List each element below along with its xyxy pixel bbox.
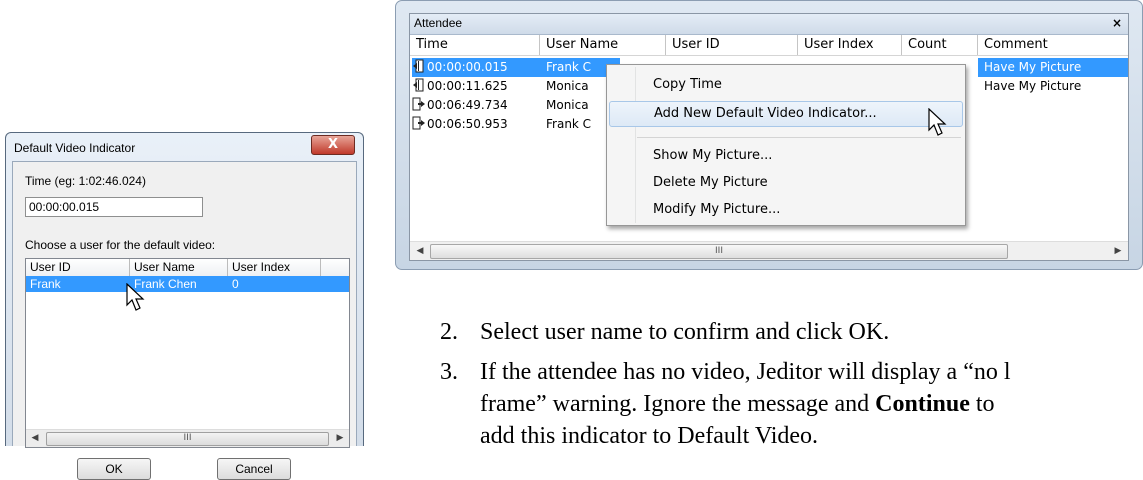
user-list-row[interactable]: Frank Frank Chen 0: [26, 276, 349, 292]
column-user-name[interactable]: User Name: [540, 35, 666, 55]
cell-user-id: Frank: [30, 277, 61, 291]
time-text: 00:06:49.734: [427, 98, 508, 112]
column-count[interactable]: Count: [902, 35, 978, 55]
context-menu: Copy Time Add New Default Video Indicato…: [606, 64, 966, 226]
time-text: 00:06:50.953: [427, 117, 508, 131]
cancel-button[interactable]: Cancel: [217, 458, 291, 480]
user-list-hscrollbar[interactable]: ◀ III ▶: [26, 429, 349, 447]
step-text-part: to: [969, 391, 995, 417]
column-user-index[interactable]: User Index: [798, 35, 902, 55]
menu-item-show-my-picture[interactable]: Show My Picture...: [609, 143, 963, 169]
enter-door-icon: [412, 116, 425, 130]
attendee-title: Attendee: [414, 16, 463, 30]
menu-item-delete-my-picture[interactable]: Delete My Picture: [609, 170, 963, 196]
time-label: Time (eg: 1:02:46.024): [25, 174, 146, 188]
dialog-client-area: Time (eg: 1:02:46.024) 00:00:00.015 Choo…: [12, 161, 357, 480]
time-text: 00:00:11.625: [427, 79, 508, 93]
cell-time: 00:06:49.734: [412, 96, 508, 115]
menu-separator: [637, 137, 961, 138]
scroll-left-arrow-icon[interactable]: ◀: [413, 244, 427, 258]
time-text: 00:00:00.015: [427, 60, 508, 74]
menu-item-copy-time[interactable]: Copy Time: [609, 72, 963, 98]
menu-item-modify-my-picture[interactable]: Modify My Picture...: [609, 197, 963, 223]
step-number: 2.: [440, 319, 458, 345]
scroll-thumb[interactable]: III: [46, 432, 329, 446]
user-list-header: User ID User Name User Index: [26, 259, 349, 277]
step-text-part: frame” warning. Ignore the message and: [480, 391, 876, 417]
mouse-pointer-icon: [928, 108, 947, 136]
default-video-indicator-dialog: Default Video Indicator X Time (eg: 1:02…: [5, 132, 364, 480]
attendee-table-header: Time User Name User ID User Index Count …: [410, 35, 1128, 56]
exit-door-icon: [413, 78, 424, 92]
attendee-close-icon[interactable]: ×: [1112, 16, 1122, 30]
user-choice-label: Choose a user for the default video:: [25, 238, 216, 252]
cell-comment: Have My Picture: [984, 79, 1082, 93]
time-input[interactable]: 00:00:00.015: [25, 197, 203, 217]
column-time[interactable]: Time: [410, 35, 540, 55]
column-comment[interactable]: Comment: [978, 35, 1128, 55]
continue-emphasis: Continue: [875, 391, 970, 417]
attendee-hscrollbar[interactable]: ◀ III ▶: [410, 241, 1128, 260]
column-user-name[interactable]: User Name: [130, 259, 228, 276]
attendee-title-bar: Attendee ×: [410, 14, 1128, 35]
dialog-title: Default Video Indicator: [14, 141, 136, 155]
scroll-right-arrow-icon[interactable]: ▶: [1111, 244, 1125, 258]
column-user-id[interactable]: User ID: [26, 259, 130, 276]
column-user-index[interactable]: User Index: [228, 259, 321, 276]
user-list[interactable]: User ID User Name User Index Frank Frank…: [25, 258, 350, 448]
step-text: Select user name to confirm and click OK…: [480, 319, 890, 345]
enter-door-icon: [412, 97, 425, 111]
scroll-right-arrow-icon[interactable]: ▶: [333, 431, 347, 445]
ok-button[interactable]: OK: [77, 458, 151, 480]
step-text: frame” warning. Ignore the message and C…: [480, 390, 995, 418]
exit-door-icon: [413, 59, 424, 73]
cell-user-index: 0: [232, 277, 239, 291]
cell-user-name: Frank C: [546, 117, 592, 131]
dialog-close-button[interactable]: X: [311, 135, 355, 155]
scroll-thumb[interactable]: III: [430, 244, 1008, 259]
cell-time: 00:00:11.625: [412, 77, 508, 96]
step-text: If the attendee has no video, Jeditor wi…: [480, 359, 1011, 385]
mouse-pointer-icon: [126, 283, 145, 311]
scroll-left-arrow-icon[interactable]: ◀: [28, 431, 42, 445]
cell-user-name: Monica: [546, 98, 589, 112]
step-number: 3.: [440, 359, 458, 385]
cell-time: 00:06:50.953: [412, 115, 508, 134]
cell-comment: Have My Picture: [978, 58, 1128, 77]
menu-item-add-default-video-indicator[interactable]: Add New Default Video Indicator...: [609, 101, 963, 127]
column-user-id[interactable]: User ID: [666, 35, 798, 55]
cell-user-name: Monica: [546, 79, 589, 93]
cell-time: 00:00:00.015: [412, 58, 540, 77]
